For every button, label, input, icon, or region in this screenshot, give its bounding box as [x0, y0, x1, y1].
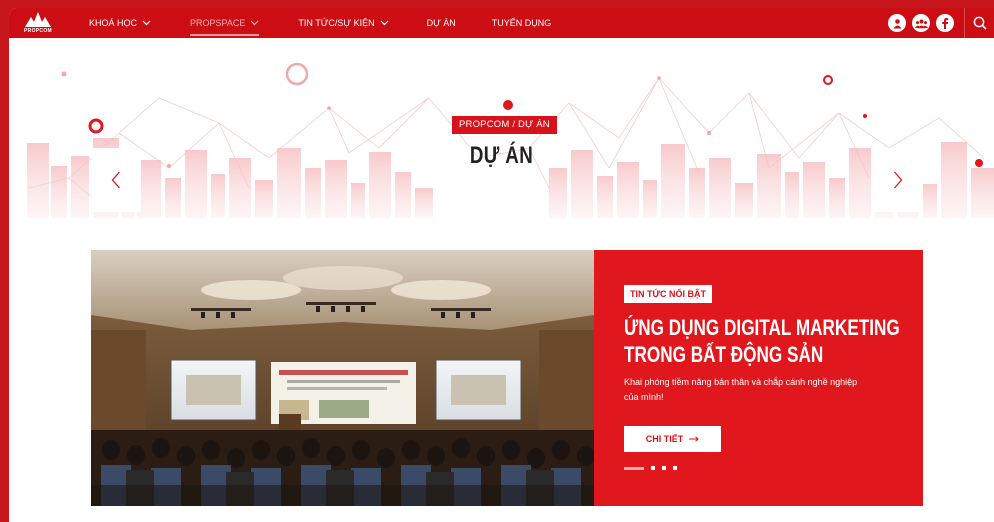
- featured-panel: TIN TỨC NỔI BẬT ỨNG DỤNG DIGITAL MARKETI…: [594, 250, 923, 506]
- logo-text: PROPCOM: [24, 28, 52, 34]
- page-frame: PROPCOM KHOÁ HỌC PROPSPACE TIN TỨC/SỰ KI…: [9, 8, 994, 522]
- facebook-icon[interactable]: [936, 14, 954, 32]
- chevron-down-icon: [250, 20, 259, 26]
- nav-item-label: TUYỂN DỤNG: [491, 18, 552, 28]
- arrow-right-icon: [689, 436, 700, 442]
- group-icon[interactable]: [912, 14, 930, 32]
- pagination-dot[interactable]: [662, 466, 666, 470]
- page-hero: PROPCOM / DỰ ÁN DỰ ÁN: [9, 38, 994, 218]
- featured-badge: TIN TỨC NỔI BẬT: [624, 285, 712, 303]
- chevron-down-icon: [380, 20, 389, 26]
- nav-item-du-an[interactable]: DỰ ÁN: [427, 8, 456, 38]
- nav-item-label: TIN TỨC/SỰ KIỆN: [298, 18, 375, 28]
- featured-title[interactable]: ỨNG DỤNG DIGITAL MARKETING TRONG BẤT ĐỘN…: [624, 314, 900, 368]
- propcom-logo[interactable]: PROPCOM: [9, 8, 67, 38]
- nav-item-label: KHOÁ HỌC: [89, 18, 138, 28]
- featured-slider: TIN TỨC NỔI BẬT ỨNG DỤNG DIGITAL MARKETI…: [91, 250, 923, 506]
- featured-title-line: TRONG BẤT ĐỘNG SẢN: [624, 342, 824, 367]
- pagination-dot-active[interactable]: [624, 466, 644, 470]
- page-title: DỰ ÁN: [469, 142, 534, 169]
- nav-item-label: PROPSPACE: [190, 18, 246, 28]
- pagination-dot[interactable]: [673, 466, 677, 470]
- detail-button[interactable]: CHI TIẾT: [624, 426, 721, 452]
- nav-item-tuyen-dung[interactable]: TUYỂN DỤNG: [492, 8, 552, 38]
- conference-illustration: [91, 250, 594, 506]
- nav-item-tin-tuc[interactable]: TIN TỨC/SỰ KIỆN: [298, 8, 389, 38]
- slider-pagination: [624, 466, 677, 470]
- user-icon[interactable]: [888, 14, 906, 32]
- top-nav: PROPCOM KHOÁ HỌC PROPSPACE TIN TỨC/SỰ KI…: [9, 8, 994, 38]
- logo-mark-icon: [25, 12, 51, 27]
- social-links: [888, 14, 954, 32]
- featured-title-line: ỨNG DỤNG DIGITAL MARKETING: [624, 315, 900, 340]
- chevron-left-icon: [111, 171, 120, 189]
- pagination-dot[interactable]: [651, 466, 655, 470]
- slider-next-button[interactable]: [873, 148, 923, 212]
- main-menu: KHOÁ HỌC PROPSPACE TIN TỨC/SỰ KIỆN DỰ ÁN…: [67, 8, 551, 38]
- nav-item-khoa-hoc[interactable]: KHOÁ HỌC: [89, 8, 151, 38]
- featured-description: Khai phóng tiềm năng bản thân và chắp cá…: [624, 377, 858, 402]
- nav-item-propspace[interactable]: PROPSPACE: [190, 8, 260, 38]
- slider-prev-button[interactable]: [91, 148, 141, 212]
- search-button[interactable]: [964, 8, 994, 38]
- breadcrumb[interactable]: PROPCOM / DỰ ÁN: [452, 116, 557, 134]
- conference-photo: [91, 250, 594, 506]
- nav-item-label: DỰ ÁN: [426, 18, 456, 28]
- search-icon: [973, 16, 987, 30]
- detail-button-label: CHI TIẾT: [645, 434, 684, 444]
- chevron-right-icon: [894, 171, 903, 189]
- chevron-down-icon: [142, 20, 151, 26]
